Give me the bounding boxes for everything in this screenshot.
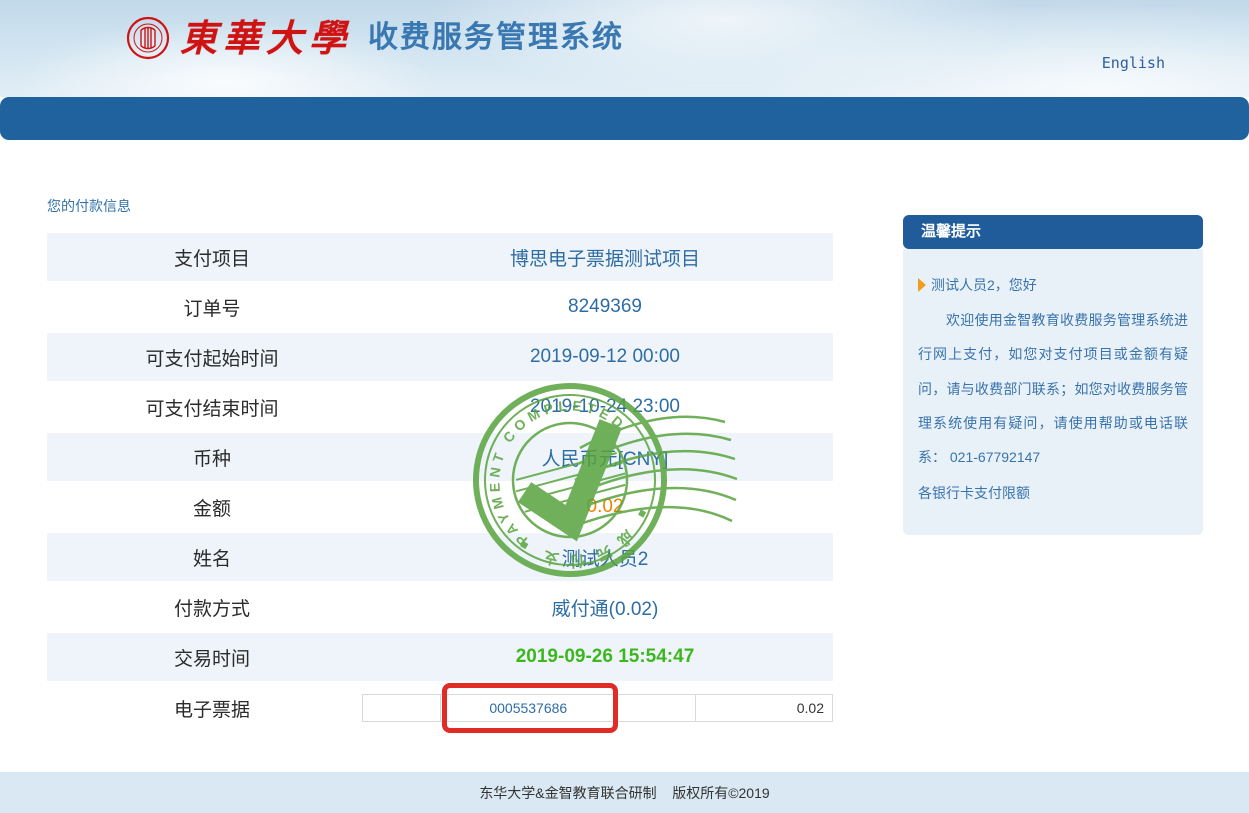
- invoice-row: 电子票据 0005537686 0.02: [47, 683, 833, 733]
- invoice-cell-empty: [363, 695, 441, 721]
- greeting-text: 测试人员2，您好: [931, 275, 1037, 295]
- university-name: 東華大學: [180, 16, 352, 60]
- table-row: 可支付结束时间 2019-10-24 23:00: [47, 383, 833, 433]
- tips-header: 温馨提示: [903, 215, 1203, 249]
- welcome-message: 欢迎使用金智教育收费服务管理系统进行网上支付，如您对支付项目或金额有疑问，请与收…: [918, 303, 1188, 474]
- invoice-cell-empty: [617, 695, 696, 721]
- main-content: 您的付款信息 支付项目 博思电子票据测试项目 订单号 8249369 可支付起始…: [0, 140, 1249, 772]
- table-row: 币种 人民币元[CNY]: [47, 433, 833, 483]
- row-value: 2019-09-12 00:00: [377, 346, 833, 368]
- row-label: 付款方式: [47, 594, 377, 621]
- logo-group: 東華大學 收费服务管理系统: [126, 16, 624, 60]
- invoice-number[interactable]: 0005537686: [441, 695, 617, 721]
- tips-sidebar: 温馨提示 测试人员2，您好 欢迎使用金智教育收费服务管理系统进行网上支付，如您对…: [903, 215, 1203, 535]
- english-language-link[interactable]: English: [1102, 54, 1165, 72]
- footer: 东华大学&金智教育联合研制 版权所有©2019: [0, 772, 1249, 813]
- table-row: 支付项目 博思电子票据测试项目: [47, 233, 833, 283]
- row-value: 博思电子票据测试项目: [377, 244, 833, 271]
- university-seal-icon: [126, 16, 170, 60]
- row-label: 可支付起始时间: [47, 344, 377, 371]
- row-value: 人民币元[CNY]: [377, 444, 833, 471]
- row-label: 支付项目: [47, 244, 377, 271]
- row-value: 2019-10-24 23:00: [377, 396, 833, 418]
- table-row: 订单号 8249369: [47, 283, 833, 333]
- arrow-right-icon: [918, 278, 926, 292]
- row-value: 8249369: [377, 296, 833, 318]
- amount-value: 0.02: [377, 496, 833, 518]
- table-row: 付款方式 威付通(0.02): [47, 583, 833, 633]
- row-label: 金额: [47, 494, 377, 521]
- tips-body: 测试人员2，您好 欢迎使用金智教育收费服务管理系统进行网上支付，如您对支付项目或…: [903, 249, 1203, 535]
- system-title: 收费服务管理系统: [368, 16, 624, 60]
- invoice-amount: 0.02: [696, 695, 832, 721]
- row-value: 测试人员2: [377, 544, 833, 571]
- bank-card-limit-link[interactable]: 各银行卡支付限额: [918, 478, 1030, 509]
- payment-info-table: 支付项目 博思电子票据测试项目 订单号 8249369 可支付起始时间 2019…: [47, 233, 833, 733]
- row-label: 币种: [47, 444, 377, 471]
- row-label: 订单号: [47, 294, 377, 321]
- invoice-table: 0005537686 0.02: [362, 694, 833, 722]
- row-label: 姓名: [47, 544, 377, 571]
- row-label: 交易时间: [47, 644, 377, 671]
- copyright-text: 东华大学&金智教育联合研制 版权所有©2019: [479, 783, 769, 803]
- table-row: 可支付起始时间 2019-09-12 00:00: [47, 333, 833, 383]
- table-row: 姓名 测试人员2: [47, 533, 833, 583]
- row-label: 电子票据: [47, 695, 377, 722]
- row-label: 可支付结束时间: [47, 394, 377, 421]
- row-value: 威付通(0.02): [377, 594, 833, 621]
- table-row: 金额 0.02: [47, 483, 833, 533]
- navigation-bar: [0, 97, 1249, 140]
- transaction-time-value: 2019-09-26 15:54:47: [377, 646, 833, 668]
- header-banner: 東華大學 收费服务管理系统 English: [0, 0, 1249, 97]
- payment-info-title: 您的付款信息: [47, 196, 131, 216]
- table-row: 交易时间 2019-09-26 15:54:47: [47, 633, 833, 683]
- user-greeting: 测试人员2，您好: [918, 275, 1188, 295]
